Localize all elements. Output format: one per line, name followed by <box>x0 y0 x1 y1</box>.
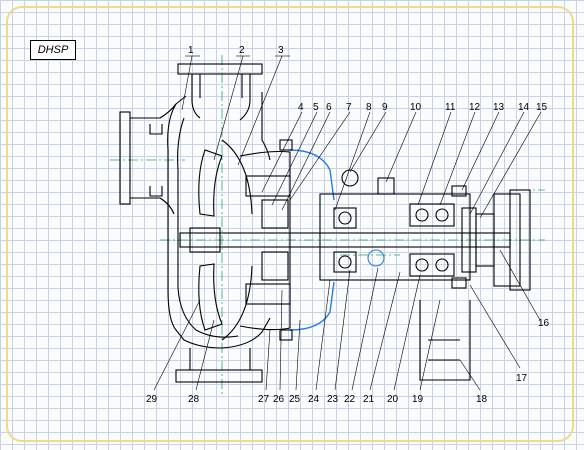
part-label-13: 13 <box>493 102 505 113</box>
leader-22 <box>351 267 379 391</box>
part-label-8: 8 <box>366 102 372 113</box>
part-label-4: 4 <box>298 102 304 113</box>
part-number-labels: 1 2 3 4 5 6 7 8 9 10 11 12 13 14 15 16 1… <box>146 45 550 405</box>
part-label-24: 24 <box>308 394 320 405</box>
back-cover <box>239 150 291 331</box>
front-bearing-top <box>333 207 357 229</box>
rear-bearing-top <box>409 203 455 227</box>
discharge-inner <box>199 74 243 98</box>
impeller-upper-vane <box>198 149 223 217</box>
part-label-21: 21 <box>363 394 375 405</box>
impeller-lower-vane <box>198 263 223 331</box>
ball-6 <box>435 258 449 272</box>
leader-2 <box>213 55 244 161</box>
leader-3 <box>237 55 283 166</box>
part-label-29: 29 <box>146 394 158 405</box>
part-label-28: 28 <box>188 394 200 405</box>
leader-9 <box>349 111 387 173</box>
mechanical-seal-bottom <box>261 251 289 281</box>
part-label-15: 15 <box>536 102 548 113</box>
part-label-23: 23 <box>327 394 339 405</box>
ball-1 <box>338 211 352 225</box>
pump-sectional-drawing: 1 2 3 4 5 6 7 8 9 10 11 12 13 14 15 16 1… <box>110 45 550 405</box>
leader-12 <box>439 111 476 206</box>
part-label-16: 16 <box>538 318 550 329</box>
ball-4 <box>435 208 449 222</box>
discharge-neck <box>191 74 251 121</box>
seal-chamber-top <box>245 175 291 197</box>
suction-flange <box>119 111 131 205</box>
leader-29 <box>153 299 201 391</box>
leader-11 <box>417 111 452 206</box>
ball-5 <box>415 258 429 272</box>
leader-10 <box>385 111 417 183</box>
leader-24 <box>315 279 331 391</box>
ball-2 <box>338 255 352 269</box>
part-label-11: 11 <box>445 102 456 113</box>
casing-foot <box>175 369 263 383</box>
leader-27 <box>265 329 271 391</box>
part-label-20: 20 <box>387 394 399 405</box>
leader-23 <box>334 269 351 391</box>
part-label-1: 1 <box>188 45 194 56</box>
leader-21 <box>369 271 401 391</box>
bolt-bottom <box>279 329 293 341</box>
drawing-sheet: DHSP 1 2 3 4 5 6 7 8 9 10 11 12 13 14 15… <box>0 0 584 450</box>
discharge-flange <box>177 63 263 75</box>
part-label-19: 19 <box>412 394 424 405</box>
part-label-6: 6 <box>326 102 332 113</box>
leader-7 <box>289 111 351 201</box>
mechanical-seal-top <box>261 199 289 229</box>
part-label-14: 14 <box>518 102 530 113</box>
leader-19 <box>419 299 441 391</box>
part-label-2: 2 <box>239 45 245 56</box>
oil-sight-glass <box>367 249 385 267</box>
leader-17 <box>469 284 521 369</box>
leader-13 <box>461 111 500 191</box>
part-label-5: 5 <box>313 102 319 113</box>
part-label-3: 3 <box>278 45 284 56</box>
part-label-18: 18 <box>476 394 488 405</box>
breather <box>377 177 395 195</box>
ball-3 <box>415 208 429 222</box>
part-label-9: 9 <box>382 102 388 113</box>
leader-20 <box>393 274 421 391</box>
leader-25 <box>295 319 301 391</box>
rear-bearing-bottom <box>409 253 455 277</box>
casing-foot-legs <box>189 348 251 370</box>
part-label-22: 22 <box>344 394 356 405</box>
part-label-12: 12 <box>469 102 481 113</box>
part-label-7: 7 <box>346 102 352 113</box>
part-label-25: 25 <box>289 394 301 405</box>
support-foot <box>419 300 471 381</box>
bolt-top <box>279 139 293 151</box>
part-label-27: 27 <box>258 394 270 405</box>
part-label-17: 17 <box>516 373 528 384</box>
seal-chamber-bottom <box>245 283 291 305</box>
leader-14 <box>469 111 525 215</box>
part-label-26: 26 <box>273 394 285 405</box>
part-label-10: 10 <box>410 102 422 113</box>
